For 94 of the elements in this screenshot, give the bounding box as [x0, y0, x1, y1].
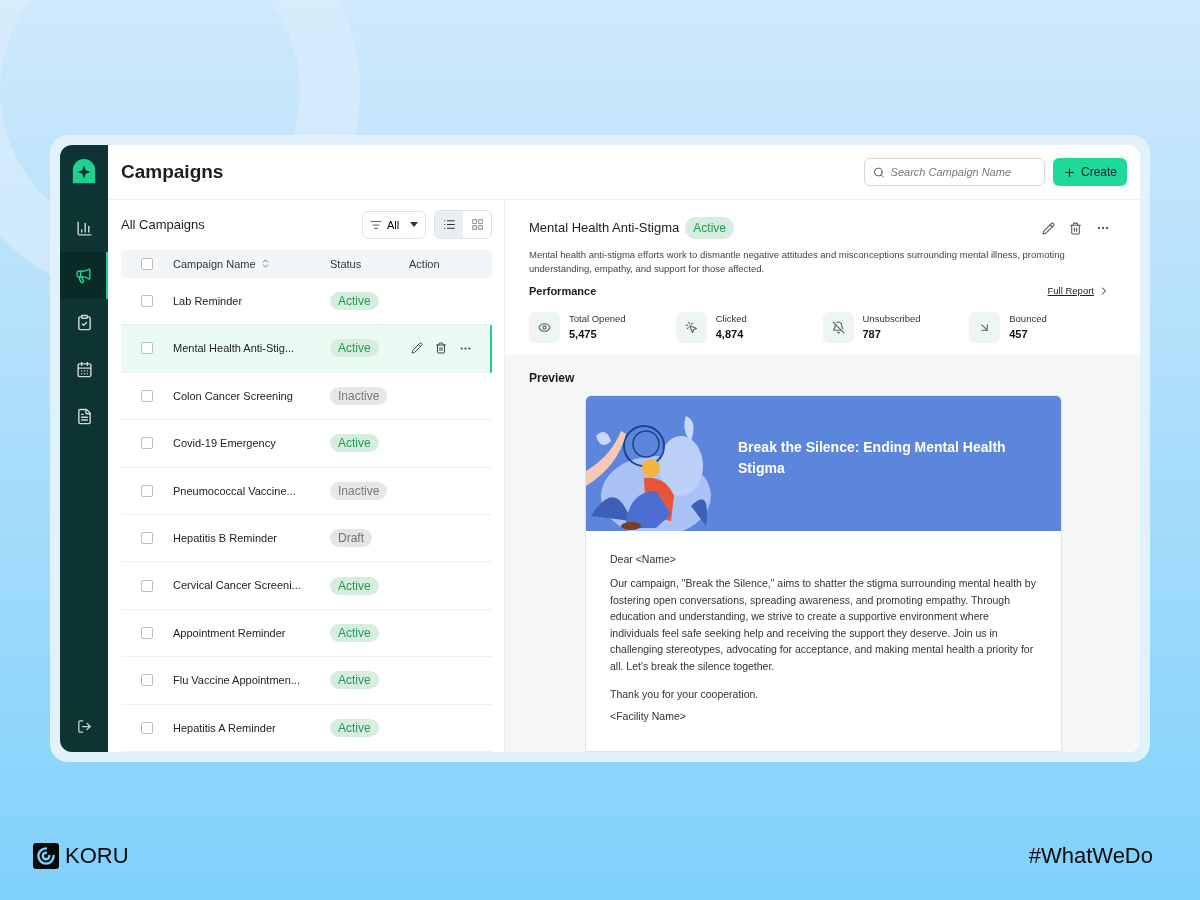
- email-greeting: Dear <Name>: [610, 551, 677, 567]
- table-row[interactable]: Colon Cancer Screening Inactive: [121, 372, 492, 421]
- status-badge: Active: [330, 576, 379, 595]
- checkbox[interactable]: [141, 389, 153, 402]
- table-row[interactable]: Covid-19 Emergency Active: [121, 420, 492, 468]
- email-closing: Thank you for your cooperation.: [610, 687, 760, 702]
- filter-dropdown[interactable]: All: [362, 210, 426, 239]
- column-header: Action: [409, 256, 440, 272]
- hashtag: #WhatWeDo: [1028, 842, 1153, 870]
- metric-value: 5,475: [569, 326, 598, 342]
- checkbox[interactable]: [141, 437, 153, 450]
- brand-name: KORU: [65, 842, 129, 870]
- column-header[interactable]: Campaign Name: [173, 255, 330, 273]
- full-report-link[interactable]: Full Report: [1047, 284, 1094, 299]
- campaign-name: Appointment Reminder: [173, 625, 287, 641]
- checkbox[interactable]: [141, 484, 153, 497]
- metric-label: Clicked: [715, 311, 747, 326]
- status-badge: Inactive: [330, 386, 388, 405]
- nav-item[interactable]: [60, 252, 108, 299]
- list-view-button[interactable]: [435, 211, 463, 239]
- status-badge: Active: [685, 217, 734, 239]
- logout-icon[interactable]: [76, 719, 92, 734]
- campaign-name: Hepatitis B Reminder: [173, 530, 278, 546]
- section-title: Preview: [529, 369, 576, 387]
- document-icon: [75, 408, 93, 425]
- bar-chart-icon: [75, 220, 93, 237]
- edit-icon[interactable]: [1042, 221, 1055, 235]
- campaign-name: Covid-19 Emergency: [173, 436, 277, 452]
- status-badge: Active: [330, 339, 379, 358]
- delete-icon[interactable]: [1069, 221, 1082, 235]
- filter-icon: [370, 218, 382, 231]
- status-badge: Active: [330, 671, 379, 690]
- status-badge: Draft: [330, 529, 372, 548]
- status-badge: Active: [330, 434, 379, 453]
- table-row[interactable]: Mental Health Anti-Stig... Active: [121, 325, 492, 373]
- eye-icon: [529, 311, 560, 343]
- table-row[interactable]: Pneumococcal Vaccine... Inactive: [121, 467, 492, 515]
- clipboard-icon: [75, 314, 93, 331]
- campaign-name: Cervical Cancer Screeni...: [173, 578, 302, 594]
- delete-icon[interactable]: [435, 342, 447, 355]
- list-icon: [442, 218, 456, 232]
- status-badge: Active: [330, 718, 379, 737]
- metric-label: Unsubscribed: [862, 311, 921, 326]
- metric-value: 787: [862, 326, 882, 342]
- table-row[interactable]: Flu Vaccine Appointmen... Active: [121, 657, 492, 705]
- email-body: Our campaign, "Break the Silence," aims to shatter the stigma surrounding mental health by fostering open conversations, spreading awareness, and promoting empathy. Through education and understanding, we strive to create a supportive environment where individuals feel safe seeking help and receiving the support they deserve. Join us in challenging stereotypes, advocating for acceptance, and making mental health a priority for all. Let's break the silence together.: [610, 576, 1037, 674]
- table-row[interactable]: Cervical Cancer Screeni... Active: [121, 562, 492, 610]
- table-row[interactable]: Hepatitis B Reminder Draft: [121, 514, 492, 563]
- column-header: Status: [330, 256, 363, 272]
- email-closing: <Facility Name>: [610, 708, 687, 724]
- status-badge: Active: [330, 624, 379, 642]
- bell-off-icon: [822, 311, 854, 343]
- calendar-icon: [75, 361, 93, 378]
- metric-value: 4,874: [715, 326, 745, 342]
- table-row[interactable]: Appointment Reminder Active: [121, 609, 492, 658]
- spiral-logo-icon: [33, 842, 59, 869]
- edit-icon[interactable]: [411, 342, 423, 355]
- search-icon: [872, 165, 885, 179]
- campaign-name: Mental Health Anti-Stig...: [173, 341, 296, 357]
- checkbox[interactable]: [141, 579, 153, 592]
- cursor-click-icon: [675, 311, 707, 343]
- checkbox[interactable]: [141, 627, 153, 639]
- list-title: All Campaigns: [121, 216, 205, 235]
- arrow-down-right-icon: [969, 311, 1001, 343]
- checkbox[interactable]: [141, 721, 153, 734]
- campaign-name: Lab Reminder: [173, 293, 244, 309]
- search-input[interactable]: Search Campaign Name: [890, 163, 1036, 181]
- page-title: Campaigns: [121, 159, 224, 184]
- section-title: Performance: [529, 284, 597, 299]
- status-badge: Inactive: [330, 481, 388, 500]
- banner-title: Break the Silence: Ending Mental Health Stigma: [738, 438, 1007, 478]
- megaphone-icon: [74, 267, 92, 284]
- metric-label: Bounced: [1009, 311, 1047, 326]
- checkbox[interactable]: [141, 342, 153, 355]
- grid-icon: [470, 218, 484, 232]
- metric-value: 457: [1009, 326, 1029, 342]
- house-logo-icon: [71, 159, 97, 185]
- table-row[interactable]: Hepatitis A Reminder Active: [121, 704, 492, 752]
- checkbox[interactable]: [141, 532, 153, 545]
- campaign-name: Flu Vaccine Appointmen...: [173, 673, 301, 689]
- create-button[interactable]: Create: [1052, 158, 1127, 186]
- plus-icon: [1062, 165, 1076, 179]
- metric-label: Total Opened: [569, 311, 626, 326]
- checkbox[interactable]: [141, 674, 153, 687]
- dropdown-caret-icon: [410, 222, 418, 228]
- status-badge: Active: [330, 292, 379, 311]
- search-field[interactable]: Search Campaign Name: [863, 158, 1045, 186]
- campaign-title: Mental Health Anti-Stigma: [529, 219, 680, 238]
- campaign-name: Pneumococcal Vaccine...: [173, 483, 297, 499]
- campaign-name: Colon Cancer Screening: [173, 388, 294, 404]
- campaign-name: Hepatitis A Reminder: [173, 720, 277, 736]
- campaign-description: Mental health anti-stigma efforts work to dismantle negative attitudes and misconceptions surrounding mental illness, promoting understanding, empathy, and support for those affected.: [529, 248, 1066, 276]
- checkbox[interactable]: [141, 257, 153, 270]
- checkbox[interactable]: [141, 295, 153, 308]
